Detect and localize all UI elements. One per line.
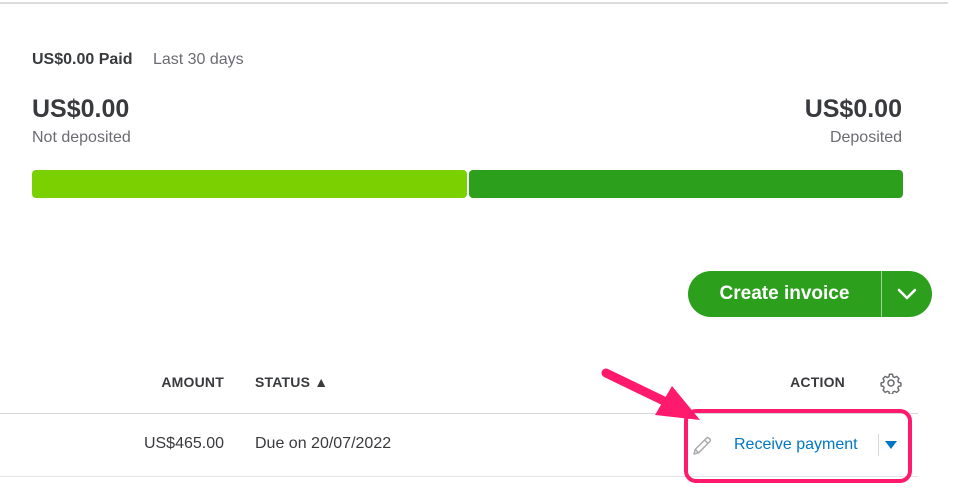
deposited-amount: US$0.00 [804,95,902,123]
top-divider [0,2,948,4]
chevron-down-icon [897,288,917,300]
period-label: Last 30 days [152,51,244,68]
not-deposited-segment[interactable] [32,170,467,198]
row-status: Due on 20/07/2022 [255,435,392,452]
column-header-status[interactable]: STATUS ▲ [255,374,328,390]
not-deposited-amount: US$0.00 [32,95,130,123]
paid-amount: US$0.00 Paid [32,51,133,68]
deposited-label: Deposited [829,129,902,146]
create-invoice-split-button: Create invoice [688,271,932,317]
annotation-highlight-box [684,409,912,483]
deposit-progress-bar [32,170,903,198]
create-invoice-dropdown-button[interactable] [882,271,932,317]
gear-icon[interactable] [880,372,902,394]
deposited-segment[interactable] [468,170,903,198]
row-amount: US$465.00 [143,435,224,452]
column-header-amount[interactable]: AMOUNT [161,374,224,390]
not-deposited-label: Not deposited [32,129,131,146]
column-header-action: ACTION [790,374,845,390]
paid-summary: US$0.00 Paid Last 30 days [32,51,244,69]
create-invoice-button[interactable]: Create invoice [688,271,881,317]
